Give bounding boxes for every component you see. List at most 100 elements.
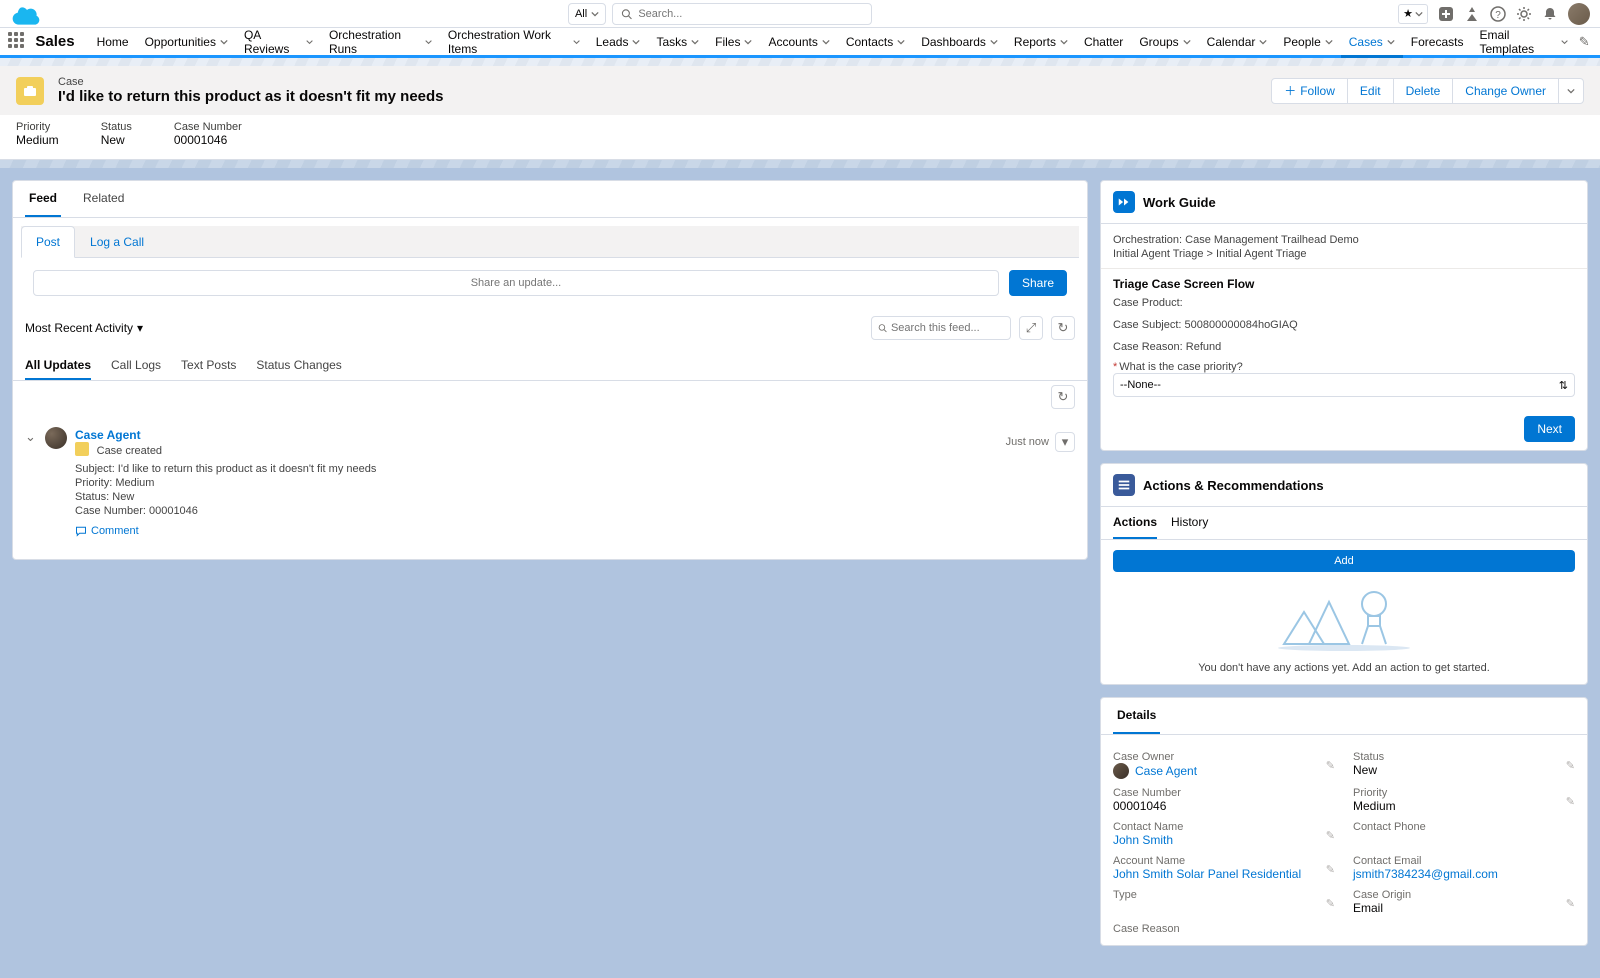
nav-item-opportunities[interactable]: Opportunities [137, 28, 236, 58]
author-avatar[interactable] [45, 427, 67, 449]
edit-nav-pencil-icon[interactable]: ✎ [1577, 34, 1593, 50]
filter-text-posts[interactable]: Text Posts [181, 352, 236, 380]
app-launcher-icon[interactable] [8, 32, 27, 52]
feed-item-menu[interactable]: ▾ [1055, 432, 1075, 452]
hl-status-value: New [101, 133, 132, 147]
record-highlights: Case I'd like to return this product as … [0, 58, 1600, 160]
favorites-button[interactable]: ★ [1398, 4, 1428, 24]
notifications-bell-icon[interactable] [1542, 6, 1558, 22]
nav-item-leads[interactable]: Leads [588, 28, 649, 58]
chevron-down-icon [1325, 38, 1333, 46]
edit-pencil-icon[interactable]: ✎ [1326, 759, 1335, 772]
hl-casenum-value: 00001046 [174, 133, 242, 147]
collapse-caret-icon[interactable]: ⌄ [25, 427, 37, 537]
guidance-icon[interactable] [1464, 6, 1480, 22]
chevron-down-icon [220, 38, 228, 46]
user-avatar[interactable] [1568, 3, 1590, 25]
edit-pencil-icon[interactable]: ✎ [1326, 897, 1335, 910]
feed-item: ⌄ Case Agent Case created Just now ▾ [25, 421, 1075, 543]
global-search-input[interactable] [638, 8, 863, 20]
wg-product: Case Product: [1113, 297, 1575, 309]
det-status-label: Status [1353, 751, 1557, 763]
svg-text:?: ? [1495, 10, 1501, 21]
chevron-down-icon [744, 38, 752, 46]
global-search[interactable] [612, 3, 872, 25]
filter-call-logs[interactable]: Call Logs [111, 352, 161, 380]
feed-list-refresh-icon[interactable]: ↻ [1051, 385, 1075, 409]
delete-button[interactable]: Delete [1393, 78, 1454, 104]
wg-flow-title: Triage Case Screen Flow [1113, 277, 1575, 291]
nav-item-contacts[interactable]: Contacts [838, 28, 913, 58]
chevron-down-icon [632, 38, 640, 46]
filter-all-updates[interactable]: All Updates [25, 352, 91, 380]
feed-refresh-icon[interactable]: ↻ [1051, 316, 1075, 340]
more-actions-button[interactable] [1558, 78, 1584, 104]
nav-item-qa-reviews[interactable]: QA Reviews [236, 28, 321, 58]
feed-search[interactable] [871, 316, 1011, 340]
wg-next-button[interactable]: Next [1524, 416, 1575, 442]
wg-priority-select[interactable]: --None--⇅ [1113, 373, 1575, 397]
det-email-label: Contact Email [1353, 855, 1557, 867]
chevron-down-icon [1561, 38, 1568, 46]
search-scope-picker[interactable]: All [568, 3, 606, 25]
nav-item-cases[interactable]: Cases [1341, 28, 1403, 58]
nav-item-orchestration-work-items[interactable]: Orchestration Work Items [440, 28, 588, 58]
filter-status-changes[interactable]: Status Changes [256, 352, 341, 380]
tab-related[interactable]: Related [79, 181, 128, 217]
det-casenum-label: Case Number [1113, 787, 1317, 799]
edit-pencil-icon[interactable]: ✎ [1566, 795, 1575, 808]
nav-item-chatter[interactable]: Chatter [1076, 28, 1131, 58]
det-email-value[interactable]: jsmith7384234@gmail.com [1353, 867, 1498, 881]
app-name: Sales [35, 33, 74, 50]
global-actions-icon[interactable] [1438, 6, 1454, 22]
tab-feed[interactable]: Feed [25, 181, 61, 217]
feed-expand-icon[interactable]: ⤢ [1019, 316, 1043, 340]
det-origin-label: Case Origin [1353, 889, 1557, 901]
nav-item-orchestration-runs[interactable]: Orchestration Runs [321, 28, 440, 58]
follow-button[interactable]: ＋Follow [1271, 78, 1348, 104]
nav-item-forecasts[interactable]: Forecasts [1403, 28, 1472, 58]
nav-item-files[interactable]: Files [707, 28, 760, 58]
chevron-down-icon [425, 38, 432, 46]
det-owner-value[interactable]: Case Agent [1135, 764, 1197, 778]
edit-button[interactable]: Edit [1347, 78, 1394, 104]
edit-pencil-icon[interactable]: ✎ [1326, 863, 1335, 876]
search-icon [878, 323, 887, 333]
nav-item-home[interactable]: Home [89, 28, 137, 58]
setup-gear-icon[interactable] [1516, 6, 1532, 22]
comment-link[interactable]: Comment [75, 525, 1075, 537]
feed-search-input[interactable] [891, 322, 1004, 334]
nav-item-accounts[interactable]: Accounts [760, 28, 837, 58]
work-guide-card: Work Guide Orchestration: Case Managemen… [1100, 180, 1588, 451]
feed-author-link[interactable]: Case Agent [75, 428, 141, 442]
help-icon[interactable]: ? [1490, 6, 1506, 22]
edit-pencil-icon[interactable]: ✎ [1566, 897, 1575, 910]
feed-sort-picker[interactable]: Most Recent Activity ▾ [25, 321, 143, 335]
chevron-down-icon [990, 38, 998, 46]
chevron-down-icon [822, 38, 830, 46]
share-update-input[interactable] [33, 270, 999, 296]
nav-item-calendar[interactable]: Calendar [1199, 28, 1276, 58]
empty-illustration [1113, 572, 1575, 662]
nav-item-people[interactable]: People [1275, 28, 1340, 58]
case-icon [16, 77, 44, 105]
change-owner-button[interactable]: Change Owner [1452, 78, 1559, 104]
nav-item-dashboards[interactable]: Dashboards [913, 28, 1006, 58]
publisher-tab-post[interactable]: Post [21, 226, 75, 258]
add-action-button[interactable]: Add [1113, 550, 1575, 572]
tab-details[interactable]: Details [1113, 698, 1160, 734]
publisher-tab-log-call[interactable]: Log a Call [75, 226, 159, 257]
nav-item-reports[interactable]: Reports [1006, 28, 1076, 58]
det-account-value[interactable]: John Smith Solar Panel Residential [1113, 867, 1301, 881]
actions-tab-history[interactable]: History [1171, 507, 1208, 539]
search-scope-label: All [575, 8, 587, 20]
edit-pencil-icon[interactable]: ✎ [1566, 759, 1575, 772]
det-contact-label: Contact Name [1113, 821, 1317, 833]
nav-item-email-templates[interactable]: Email Templates [1471, 28, 1576, 58]
feed-subject: Subject: I'd like to return this product… [75, 463, 1075, 475]
share-button[interactable]: Share [1009, 270, 1067, 296]
det-contact-value[interactable]: John Smith [1113, 833, 1173, 847]
actions-tab-actions[interactable]: Actions [1113, 507, 1157, 539]
nav-item-tasks[interactable]: Tasks [648, 28, 707, 58]
nav-item-groups[interactable]: Groups [1131, 28, 1198, 58]
